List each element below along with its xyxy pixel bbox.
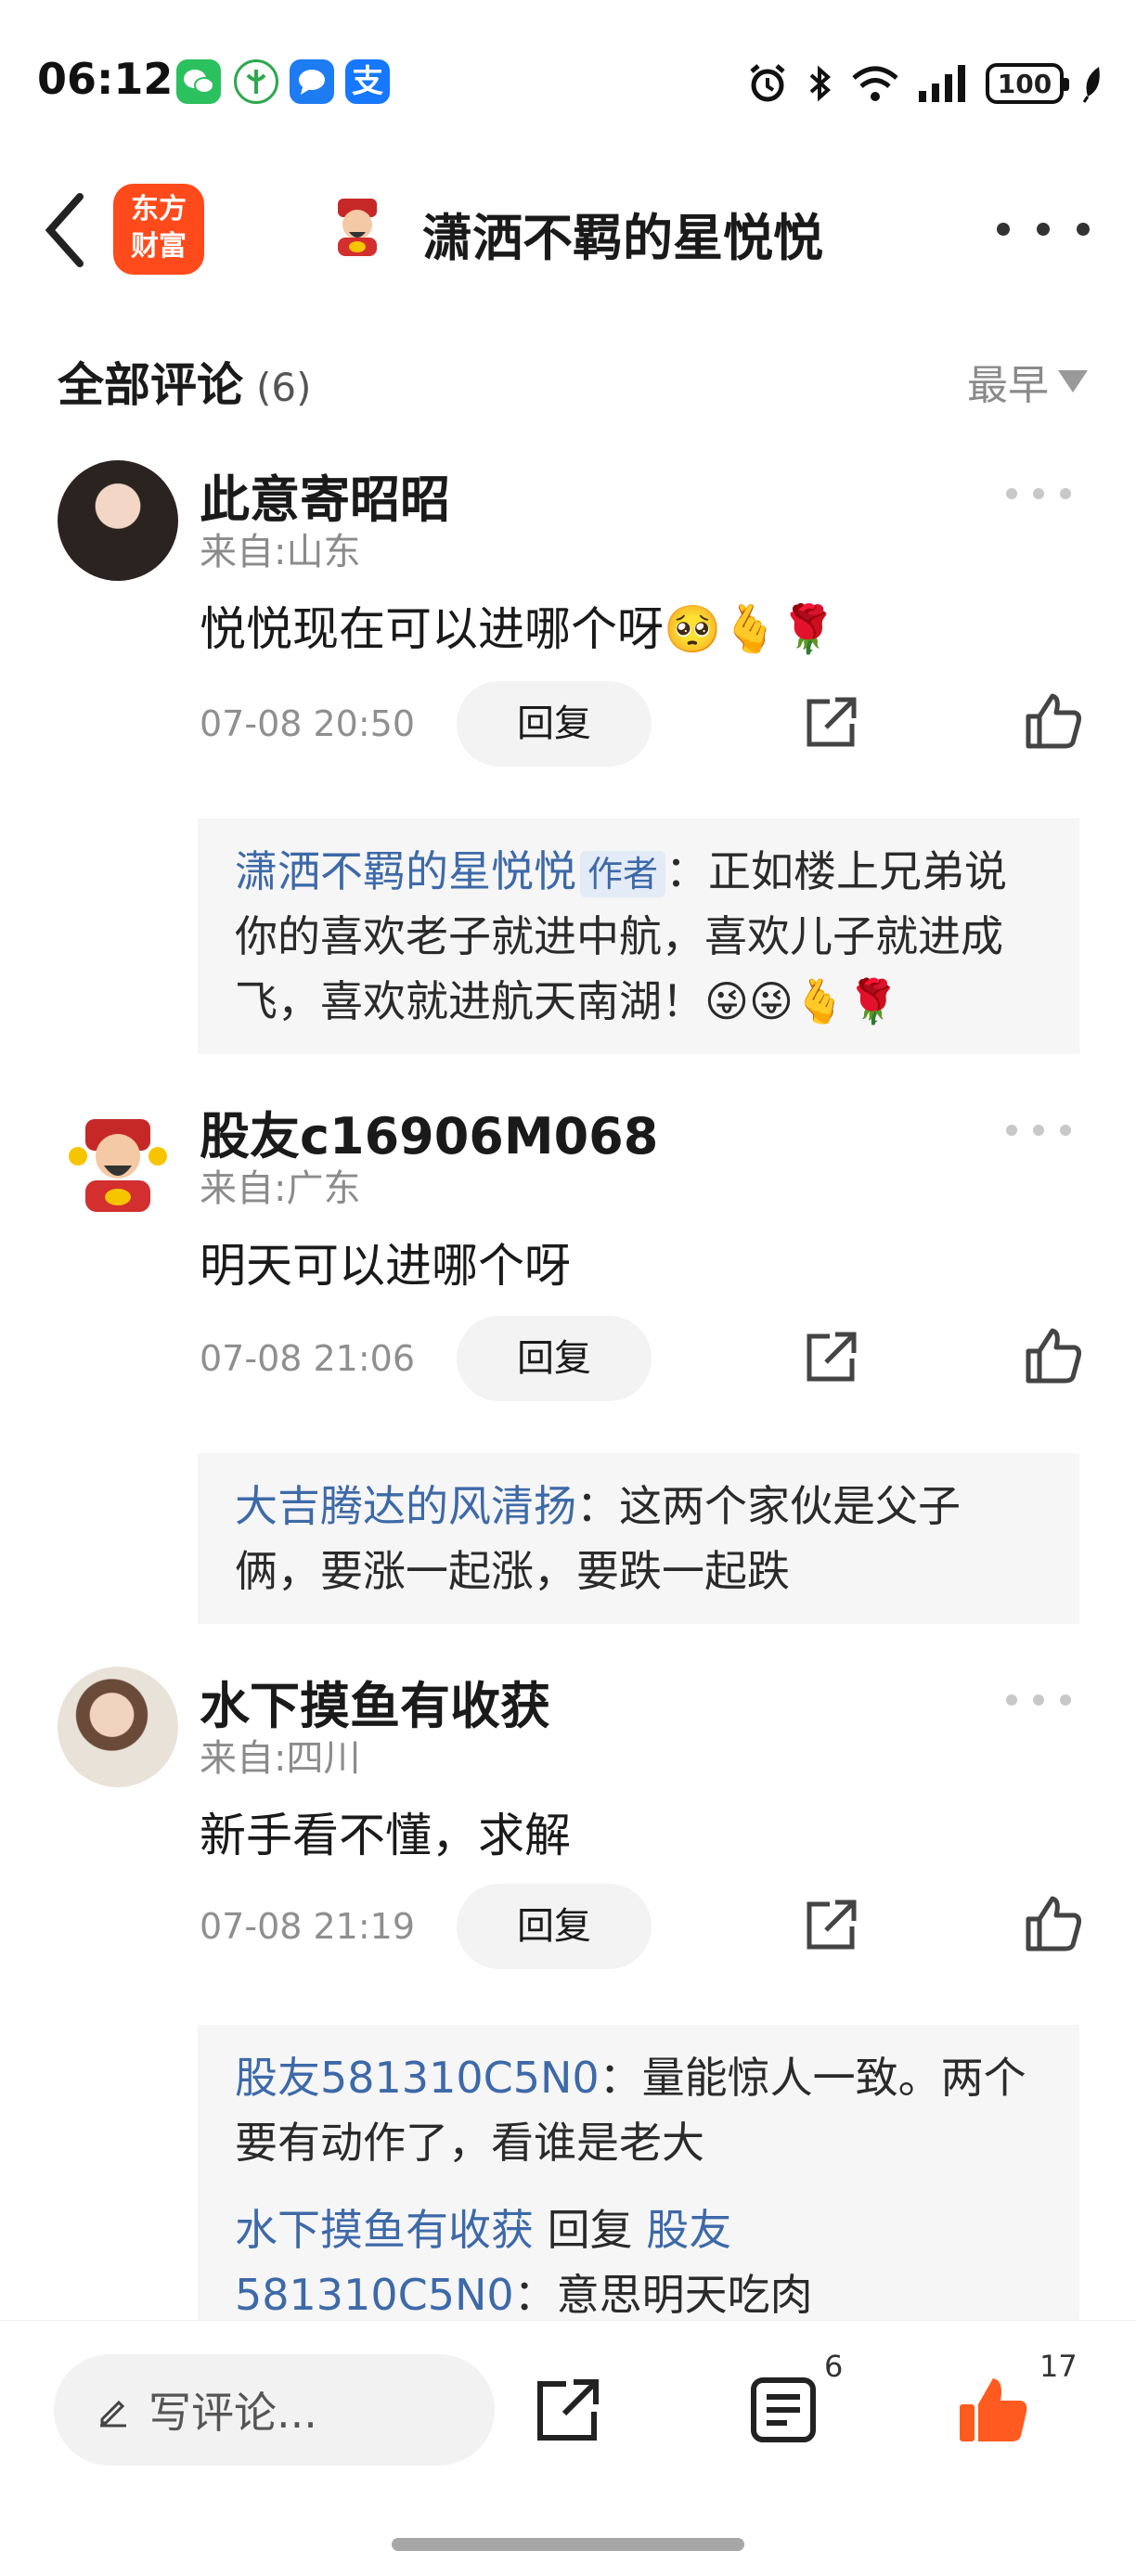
page-title: 潇洒不羁的星悦悦 — [422, 209, 823, 267]
reply-thread: 股友581310C5N0：量能惊人一致。两个要有动作了，看谁是老大 水下摸鱼有收… — [198, 2025, 1079, 2331]
signal-icon — [919, 65, 965, 102]
comment-location: 来自:山东 — [200, 531, 361, 573]
reply-item[interactable]: 股友581310C5N0：量能惊人一致。两个要有动作了，看谁是老大 — [235, 2045, 1042, 2175]
write-comment-input[interactable]: 写评论... — [54, 2354, 495, 2466]
comments-count: (6) — [256, 365, 312, 410]
comment-count-badge: 6 — [824, 2349, 844, 2384]
logo-line2: 财富 — [131, 230, 187, 263]
thumbs-up-icon[interactable] — [1021, 1891, 1086, 1956]
avatar[interactable] — [58, 1667, 178, 1787]
leaf-icon — [1082, 67, 1100, 103]
back-button[interactable] — [33, 184, 108, 277]
sort-button[interactable]: 最早 — [967, 352, 1088, 411]
avatar[interactable] — [58, 460, 178, 581]
alipay-icon: 支 — [345, 59, 390, 104]
logo-line1: 东方 — [131, 193, 187, 225]
comments-title: 全部评论 — [58, 358, 243, 412]
reply-author[interactable]: 大吉腾达的风清扬 — [235, 1481, 576, 1531]
reply-thread: 潇洒不羁的星悦悦 作者 ：正如楼上兄弟说你的喜欢老子就进中航，喜欢儿子就进成飞，喜欢… — [198, 818, 1079, 1054]
thumbs-up-icon[interactable] — [1021, 1323, 1086, 1388]
reply-author[interactable]: 潇洒不羁的星悦悦 — [235, 846, 576, 896]
status-time: 06:12 — [37, 54, 174, 104]
comment-more-button[interactable] — [1006, 1694, 1071, 1713]
pencil-icon — [100, 2400, 126, 2428]
reply-item[interactable]: 水下摸鱼有收获 回复 股友581310C5N0：意思明天吃肉 — [235, 2197, 1042, 2327]
reply-connector: 回复 — [534, 2205, 647, 2255]
reply-button[interactable]: 回复 — [457, 1316, 652, 1401]
write-comment-placeholder: 写评论... — [148, 2388, 317, 2438]
avatar[interactable] — [58, 1101, 178, 1221]
battery-icon: 100 — [986, 63, 1069, 104]
reply-separator: ： — [576, 1481, 619, 1531]
share-icon[interactable] — [798, 690, 863, 755]
comment-location: 来自:四川 — [200, 1737, 361, 1780]
reply-separator: ： — [599, 2053, 642, 2103]
comment-time: 07-08 20:50 — [200, 703, 416, 744]
comment-text: 悦悦现在可以进哪个呀🥺🫰🌹 — [200, 602, 837, 656]
comment-more-button[interactable] — [1006, 488, 1071, 507]
comment-more-button[interactable] — [1006, 1125, 1071, 1143]
wifi-icon — [852, 66, 898, 101]
share-icon[interactable] — [533, 2375, 603, 2445]
comment-time: 07-08 21:06 — [200, 1338, 416, 1379]
author-avatar[interactable] — [325, 195, 390, 260]
reply-author[interactable]: 水下摸鱼有收获 — [235, 2205, 534, 2255]
status-bar: 06:12 支 100 — [0, 0, 1136, 158]
like-count-badge: 17 — [1039, 2349, 1078, 2384]
reply-separator: ： — [665, 846, 709, 896]
reply-separator: ： — [513, 2270, 557, 2320]
sort-label: 最早 — [967, 362, 1049, 409]
home-indicator[interactable] — [392, 2538, 744, 2551]
chat-bubble-icon — [290, 59, 334, 104]
reply-text: 意思明天吃肉 — [556, 2270, 813, 2320]
bluetooth-icon — [809, 65, 832, 102]
reply-author[interactable]: 股友581310C5N0 — [235, 2053, 600, 2103]
reply-button[interactable]: 回复 — [457, 1884, 652, 1969]
reply-item[interactable]: 大吉腾达的风清扬：这两个家伙是父子俩，要涨一起涨，要跌一起跌 — [235, 1474, 1042, 1604]
reply-button[interactable]: 回复 — [457, 681, 652, 766]
alarm-icon — [750, 64, 785, 102]
comment-location: 来自:广东 — [200, 1167, 361, 1210]
nav-bar: 东方 财富 潇洒不羁的星悦悦 — [0, 167, 1136, 288]
app-logo[interactable]: 东方 财富 — [113, 184, 204, 275]
thumbs-up-icon[interactable] — [1021, 689, 1086, 753]
comment-time: 07-08 21:19 — [200, 1906, 416, 1947]
author-tag: 作者 — [580, 851, 666, 897]
triangle-down-icon — [1058, 370, 1088, 393]
status-icons: 100 — [746, 58, 1104, 109]
comments-header: 全部评论 (6) 最早 — [58, 348, 1088, 422]
reply-item[interactable]: 潇洒不羁的星悦悦 作者 ：正如楼上兄弟说你的喜欢老子就进中航，喜欢儿子就进成飞，喜欢… — [235, 839, 1042, 1034]
comment-text: 新手看不懂，求解 — [200, 1809, 571, 1862]
wechat-icon — [176, 59, 221, 104]
share-icon[interactable] — [798, 1893, 863, 1958]
battery-level: 100 — [997, 68, 1052, 99]
comments-list-icon[interactable] — [748, 2375, 819, 2445]
share-icon[interactable] — [798, 1325, 863, 1390]
thumbs-up-filled-icon[interactable] — [956, 2373, 1030, 2447]
chevron-left-icon — [45, 193, 84, 267]
more-options-button[interactable] — [997, 206, 1090, 252]
network-icon — [234, 59, 278, 104]
comment-text: 明天可以进哪个呀 — [200, 1239, 571, 1293]
reply-thread: 大吉腾达的风清扬：这两个家伙是父子俩，要涨一起涨，要跌一起跌 — [198, 1453, 1079, 1624]
